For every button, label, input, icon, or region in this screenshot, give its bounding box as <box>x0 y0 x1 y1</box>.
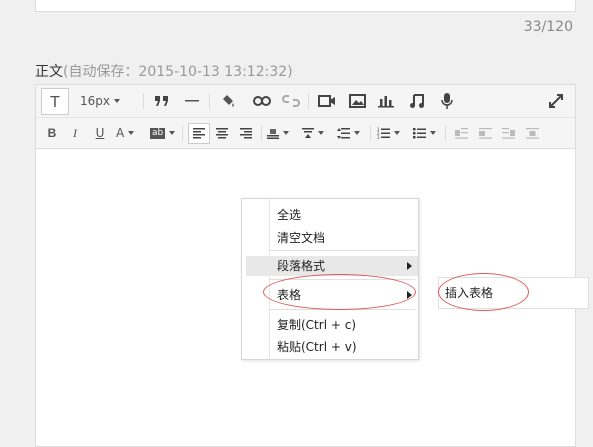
bold-button[interactable]: B <box>45 125 59 141</box>
italic-button[interactable]: I <box>68 125 82 141</box>
unlink-icon <box>282 95 300 107</box>
image-button[interactable] <box>347 92 367 110</box>
menu-item-insert-table[interactable]: 插入表格 <box>439 283 588 303</box>
align-right-icon <box>240 127 252 138</box>
ordered-list-icon: 123 <box>377 127 390 139</box>
paragraph-icon: T <box>50 92 60 111</box>
align-right-button[interactable] <box>237 125 255 141</box>
underline-button[interactable]: U <box>93 125 107 141</box>
menu-item-label: 清空文档 <box>277 231 326 245</box>
vertical-align-icon <box>267 128 279 139</box>
chevron-right-icon <box>407 291 412 299</box>
align-center-button[interactable] <box>213 125 231 141</box>
float-right-button[interactable] <box>499 125 517 141</box>
float-right-icon <box>501 127 515 139</box>
menu-item-label: 复制(Ctrl + c) <box>277 318 356 332</box>
paragraph-button[interactable]: T <box>41 88 69 115</box>
toolbar-secondary: B I U A ab 1 2 3 <box>36 118 575 149</box>
chevron-down-icon <box>128 131 135 135</box>
music-icon <box>410 94 424 108</box>
content-title: 正文 <box>35 64 63 80</box>
float-none-icon <box>478 127 492 139</box>
chevron-down-icon <box>114 99 120 103</box>
menu-item-copy[interactable]: 复制(Ctrl + c) <box>270 315 418 335</box>
underline-label: U <box>95 126 105 140</box>
music-button[interactable] <box>407 92 427 110</box>
format-painter-button[interactable] <box>218 92 238 110</box>
font-size-value: 16px <box>80 94 110 108</box>
menu-item-paste[interactable]: 粘贴(Ctrl + v) <box>270 337 418 357</box>
image-icon <box>348 94 366 108</box>
context-menu: 全选 清空文档 段落格式 表格 复制(Ctrl + c) 粘贴(Ctrl + v… <box>241 198 419 360</box>
menu-item-clear-document[interactable]: 清空文档 <box>270 228 418 248</box>
float-center-icon <box>525 127 539 139</box>
video-icon <box>318 95 335 107</box>
chevron-down-icon <box>169 131 176 135</box>
chart-button[interactable] <box>376 92 396 110</box>
align-center-icon <box>216 127 228 138</box>
align-left-icon <box>193 128 205 139</box>
horizontal-rule-button[interactable] <box>183 92 201 110</box>
toolbar-primary: T 16px <box>36 85 575 118</box>
align-left-button[interactable] <box>188 123 210 144</box>
menu-item-label: 插入表格 <box>445 286 494 300</box>
font-size-select[interactable]: 16px <box>80 92 120 110</box>
microphone-button[interactable] <box>437 92 457 110</box>
menu-item-label: 全选 <box>277 208 302 222</box>
float-none-button[interactable] <box>476 125 494 141</box>
link-icon <box>253 96 271 106</box>
menu-item-select-all[interactable]: 全选 <box>270 205 418 225</box>
table-submenu: 插入表格 <box>438 277 589 309</box>
font-color-label: A <box>116 126 125 140</box>
microphone-icon <box>441 93 453 109</box>
float-left-button[interactable] <box>452 125 470 141</box>
title-input-box[interactable] <box>35 0 576 12</box>
paragraph-spacing-select[interactable] <box>302 125 324 141</box>
chevron-right-icon <box>407 262 412 270</box>
link-button[interactable] <box>252 92 272 110</box>
quote-button[interactable] <box>152 92 172 110</box>
menu-item-label: 表格 <box>277 288 302 302</box>
content-label: 正文(自动保存：2015-10-13 13:12:32) <box>35 61 293 81</box>
fullscreen-button[interactable] <box>546 92 566 110</box>
chevron-down-icon <box>283 131 289 135</box>
chart-icon <box>378 96 394 108</box>
ordered-list-select[interactable]: 123 <box>377 125 400 141</box>
format-painter-icon <box>223 95 234 107</box>
background-color-label: ab <box>150 127 166 139</box>
unordered-list-select[interactable] <box>413 125 436 141</box>
line-height-icon <box>337 127 350 139</box>
svg-text:3: 3 <box>377 135 380 139</box>
horizontal-rule-icon <box>185 100 199 102</box>
chevron-down-icon <box>318 131 324 135</box>
vertical-align-select[interactable] <box>267 125 289 141</box>
chevron-down-icon <box>430 131 436 135</box>
autosave-status: (自动保存：2015-10-13 13:12:32) <box>63 64 293 80</box>
video-button[interactable] <box>317 92 337 110</box>
font-color-button[interactable]: A <box>116 125 135 141</box>
background-color-button[interactable]: ab <box>150 125 176 141</box>
unlink-button[interactable] <box>281 92 301 110</box>
unordered-list-icon <box>413 128 426 139</box>
fullscreen-icon <box>549 94 563 108</box>
bold-label: B <box>47 126 57 140</box>
float-left-icon <box>454 127 468 139</box>
menu-item-table[interactable]: 表格 <box>270 285 418 305</box>
char-counter: 33/120 <box>523 19 573 35</box>
line-height-select[interactable] <box>337 125 360 141</box>
menu-item-paragraph-format[interactable]: 段落格式 <box>246 256 418 276</box>
menu-item-label: 粘贴(Ctrl + v) <box>277 340 357 354</box>
chevron-down-icon <box>354 131 360 135</box>
paragraph-spacing-icon <box>302 127 314 138</box>
quote-icon <box>155 96 168 106</box>
chevron-down-icon <box>394 131 400 135</box>
italic-label: I <box>73 125 77 140</box>
float-center-button[interactable] <box>523 125 541 141</box>
menu-item-label: 段落格式 <box>277 259 326 273</box>
